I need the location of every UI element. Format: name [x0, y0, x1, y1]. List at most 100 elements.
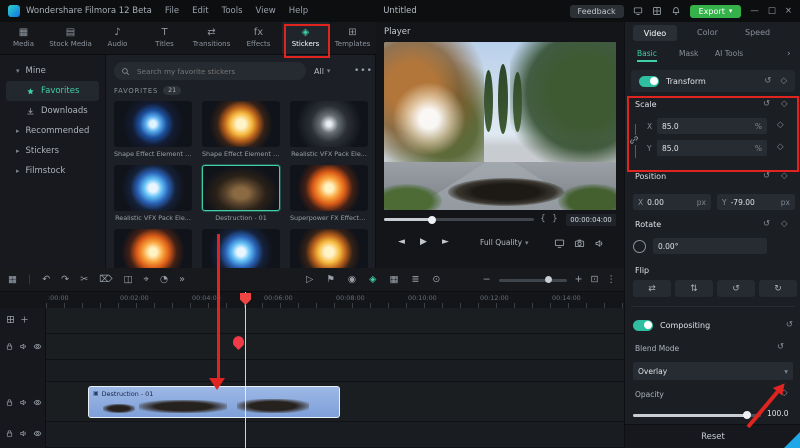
lock-icon[interactable]: [5, 429, 14, 438]
player-seek-bar[interactable]: [384, 215, 534, 224]
tab-stock-media[interactable]: ▤ Stock Media: [47, 22, 94, 54]
display-device-icon[interactable]: [554, 238, 565, 249]
reset-icon[interactable]: ↺: [764, 77, 771, 86]
menu-view[interactable]: View: [256, 6, 276, 16]
flip-horizontal-button[interactable]: ⇄: [633, 280, 671, 297]
menu-file[interactable]: File: [165, 6, 179, 16]
minimize-button[interactable]: —: [750, 6, 759, 16]
redo-icon[interactable]: ↷: [61, 275, 69, 285]
track-row[interactable]: [46, 360, 624, 382]
sticker-tile[interactable]: [290, 165, 368, 211]
mark-in-icon[interactable]: {: [540, 214, 546, 224]
zoom-out-icon[interactable]: −: [483, 275, 491, 285]
mark-out-icon[interactable]: }: [552, 214, 558, 224]
keyframe-diamond-icon[interactable]: ◇: [780, 77, 787, 86]
filter-dropdown[interactable]: All ▾: [314, 62, 330, 80]
previous-frame-button[interactable]: ◄: [398, 237, 405, 247]
subtab-mask[interactable]: Mask: [679, 49, 698, 58]
add-track-icon[interactable]: [20, 315, 29, 324]
lock-icon[interactable]: [5, 342, 14, 351]
mute-icon[interactable]: [19, 398, 28, 407]
maximize-button[interactable]: □: [768, 6, 776, 16]
sidebar-item-recommended[interactable]: ▸ Recommended: [6, 121, 99, 141]
play-button[interactable]: ▶: [420, 237, 427, 247]
tab-media[interactable]: ▦ Media: [0, 22, 47, 54]
track-row[interactable]: [46, 422, 624, 448]
reset-icon[interactable]: ↺: [786, 321, 793, 330]
sticker-tile[interactable]: [202, 229, 280, 268]
audio-mixer-icon[interactable]: ≣: [411, 275, 419, 285]
sticker-tile[interactable]: [290, 101, 368, 147]
flip-vertical-button[interactable]: ⇅: [675, 280, 713, 297]
tab-audio[interactable]: ♪ Audio: [94, 22, 141, 54]
detach-audio-icon[interactable]: ◫: [124, 275, 133, 285]
speed-icon[interactable]: ◔: [160, 275, 168, 285]
sticker-tile[interactable]: [114, 165, 192, 211]
tab-templates[interactable]: ⊞ Templates: [329, 22, 376, 54]
voiceover-record-icon[interactable]: ◉: [348, 275, 356, 285]
tab-speed[interactable]: Speed: [745, 28, 770, 37]
mute-icon[interactable]: [19, 342, 28, 351]
tab-video[interactable]: Video: [633, 25, 677, 41]
snapping-icon[interactable]: ⊙: [432, 275, 440, 285]
zoom-in-icon[interactable]: +: [575, 275, 583, 285]
eye-icon[interactable]: [33, 429, 42, 438]
keyframe-diamond-icon[interactable]: ◇: [781, 172, 788, 181]
transform-section-header[interactable]: Transform ↺ ◇: [631, 70, 795, 92]
crop-icon[interactable]: ⌖: [144, 275, 149, 285]
track-row[interactable]: [46, 308, 624, 334]
mute-icon[interactable]: [19, 429, 28, 438]
eye-icon[interactable]: [33, 398, 42, 407]
sidebar-item-stickers[interactable]: ▸ Stickers: [6, 141, 99, 161]
search-input[interactable]: [135, 65, 299, 77]
subtab-ai-tools[interactable]: AI Tools: [715, 49, 743, 58]
rotate-ccw-button[interactable]: ↺: [717, 280, 755, 297]
volume-icon[interactable]: [594, 238, 605, 249]
sidebar-item-mine[interactable]: ▾ Mine: [6, 61, 99, 81]
seek-handle[interactable]: [428, 215, 436, 224]
track-manager-icon[interactable]: [6, 315, 15, 324]
keyframe-diamond-icon[interactable]: ◇: [781, 220, 788, 229]
quality-dropdown[interactable]: Full Quality ▾: [480, 238, 529, 247]
screen-record-icon[interactable]: [633, 6, 643, 16]
subtab-overflow-icon[interactable]: ›: [787, 49, 791, 59]
timeline-ruler[interactable]: :00:00 00:02:00 00:04:00 00:06:00 00:08:…: [46, 292, 624, 308]
export-button[interactable]: Export ▾: [689, 4, 742, 18]
tab-effects[interactable]: fx Effects: [235, 22, 282, 54]
track-row[interactable]: [46, 334, 624, 360]
render-preview-icon[interactable]: ▦: [389, 275, 398, 285]
manage-tracks-icon[interactable]: ▦: [8, 275, 17, 285]
search-box[interactable]: [114, 62, 306, 80]
zoom-slider[interactable]: [498, 276, 567, 283]
reset-icon[interactable]: ↺: [763, 172, 770, 181]
sticker-tile[interactable]: [114, 229, 192, 268]
fit-timeline-icon[interactable]: ⊡: [591, 275, 599, 285]
menu-help[interactable]: Help: [289, 6, 308, 16]
playhead-line[interactable]: [245, 292, 246, 448]
reset-icon[interactable]: ↺: [777, 343, 784, 352]
sidebar-item-favorites[interactable]: Favorites: [6, 81, 99, 101]
position-y-field[interactable]: Y -79.00 px: [717, 194, 795, 210]
marker-icon[interactable]: ⚑: [326, 275, 335, 285]
undo-icon[interactable]: ↶: [42, 275, 50, 285]
position-x-field[interactable]: X 0.00 px: [633, 194, 711, 210]
more-tools-icon[interactable]: »: [179, 275, 185, 285]
tab-transitions[interactable]: ⇄ Transitions: [188, 22, 235, 54]
sticker-tile[interactable]: [202, 101, 280, 147]
rotate-dial-icon[interactable]: [633, 240, 646, 253]
more-options-icon[interactable]: •••: [354, 62, 373, 80]
corner-resize-handle[interactable]: [784, 432, 800, 448]
timeline-tracks[interactable]: ▣ Destruction - 01: [46, 308, 624, 448]
blend-mode-dropdown[interactable]: Overlay ▾: [633, 362, 793, 380]
keyframe-icon[interactable]: ◈: [369, 275, 376, 285]
tab-color[interactable]: Color: [697, 28, 718, 37]
sidebar-item-filmstock[interactable]: ▸ Filmstock: [6, 161, 99, 181]
close-button[interactable]: ×: [785, 6, 792, 16]
menu-edit[interactable]: Edit: [192, 6, 208, 16]
menu-tools[interactable]: Tools: [222, 6, 243, 16]
compositing-toggle[interactable]: [633, 319, 653, 331]
timeline-menu-icon[interactable]: ⋮: [607, 275, 617, 285]
rotate-cw-button[interactable]: ↻: [759, 280, 797, 297]
layout-icon[interactable]: [652, 6, 662, 16]
zoom-handle[interactable]: [544, 276, 552, 283]
